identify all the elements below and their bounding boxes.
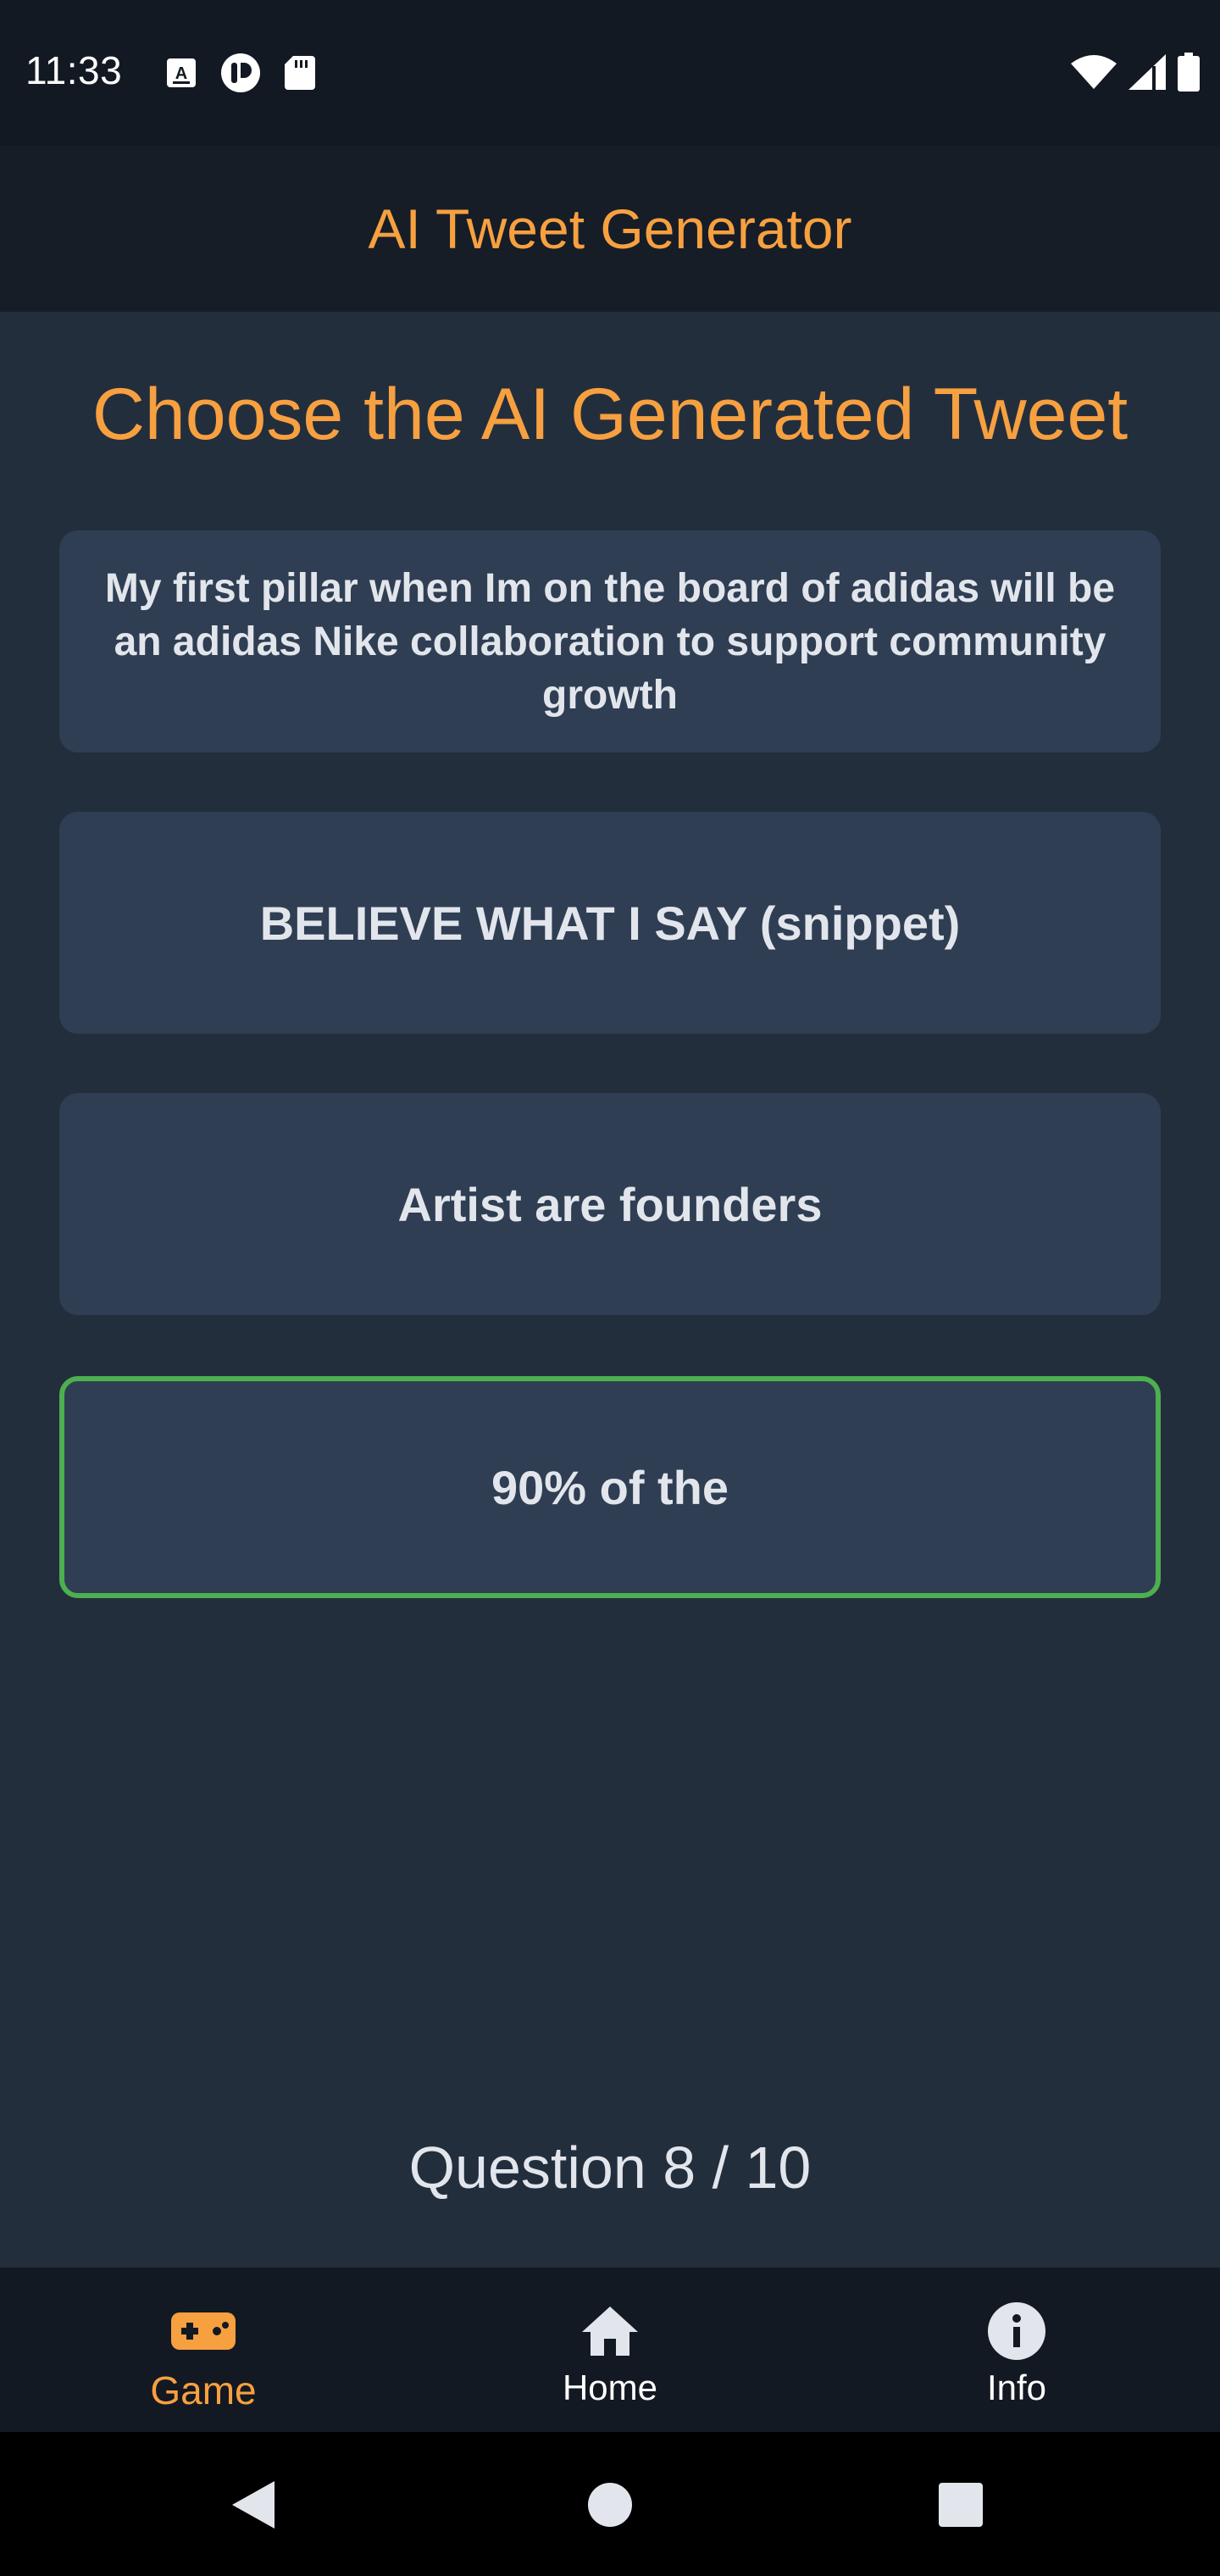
nav-item-info[interactable]: Info [813,2268,1220,2432]
signal-icon [1128,54,1166,94]
tweet-option-3[interactable]: Artist are founders [59,1093,1161,1315]
nav-item-game[interactable]: Game [0,2268,407,2432]
page-title: Choose the AI Generated Tweet [92,374,1128,455]
tweet-option-4-selected[interactable]: 90% of the [59,1376,1161,1598]
recents-square-icon[interactable] [937,2479,984,2534]
system-nav-bar [0,2432,1220,2576]
game-content: Choose the AI Generated Tweet My first p… [0,312,1220,2268]
question-counter: Question 8 / 10 [408,2135,812,2201]
home-circle-icon[interactable] [586,2479,634,2531]
back-icon[interactable] [230,2479,276,2534]
svg-text:A: A [175,64,187,83]
tweet-option-text: My first pillar when Im on the board of … [104,565,1116,718]
nav-label-home: Home [562,2368,658,2407]
font-icon: A [166,58,197,92]
sd-card-icon [285,56,315,94]
nav-label-game: Game [150,2368,257,2412]
tweet-option-text: BELIEVE WHAT I SAY (snippet) [259,896,961,950]
tweet-option-2[interactable]: BELIEVE WHAT I SAY (snippet) [59,812,1161,1034]
tweet-option-1[interactable]: My first pillar when Im on the board of … [59,530,1161,752]
info-icon [987,2301,1046,2361]
gamepad-icon [169,2301,237,2361]
app-bar: AI Tweet Generator [0,146,1220,312]
app-title: AI Tweet Generator [368,197,852,260]
battery-icon [1178,53,1200,96]
nav-item-home[interactable]: Home [407,2268,813,2432]
tweet-option-text: Artist are founders [397,1177,823,1231]
app-notification-icon [220,53,261,97]
status-time: 11:33 [25,48,123,92]
status-bar: 11:33 A [0,0,1220,146]
wifi-icon [1071,55,1117,93]
home-icon [580,2301,640,2361]
bottom-nav: Game Home Info [0,2268,1220,2432]
nav-label-info: Info [986,2368,1047,2407]
tweet-option-text: 90% of the [491,1460,729,1514]
